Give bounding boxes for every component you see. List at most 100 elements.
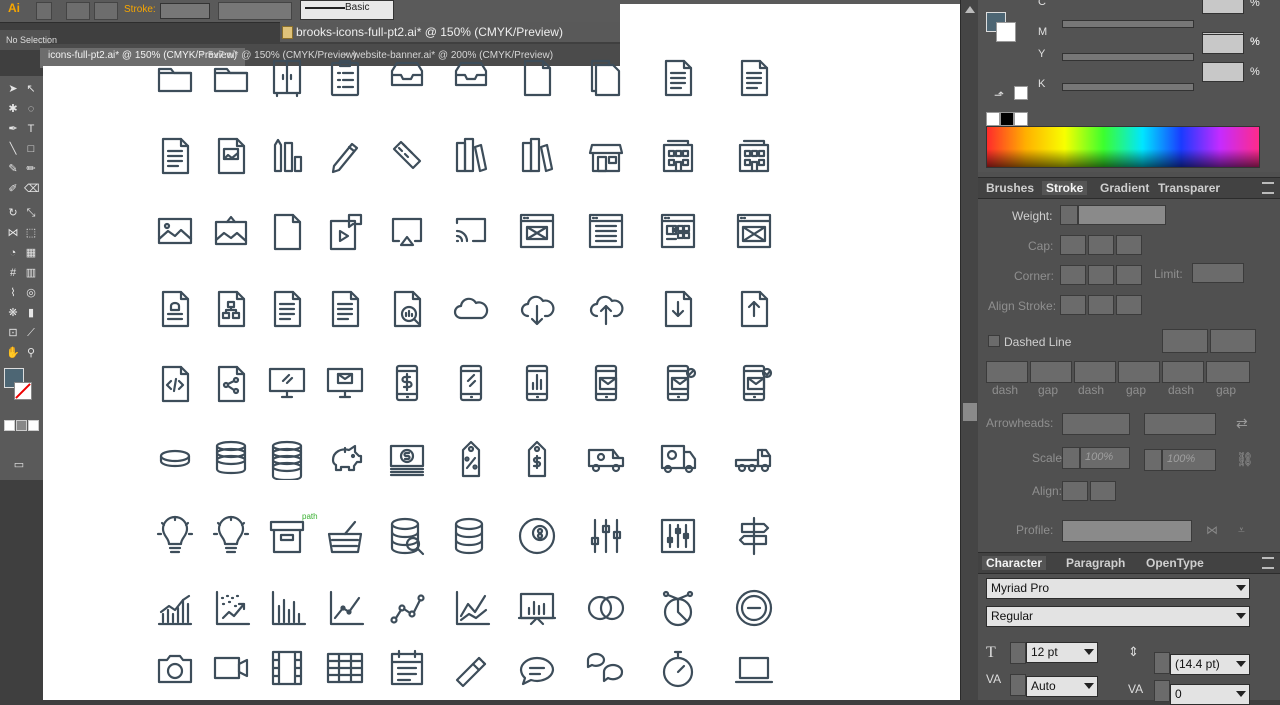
- gap-input-2[interactable]: [1118, 361, 1160, 383]
- monitor-icon[interactable]: [265, 361, 309, 405]
- preserve-dash-button[interactable]: [1162, 329, 1208, 353]
- tab-transparency[interactable]: Transparer: [1158, 181, 1220, 195]
- bar-line-chart-icon[interactable]: [153, 586, 197, 630]
- mobile-icon[interactable]: [449, 361, 493, 405]
- video-file-icon[interactable]: [265, 209, 309, 253]
- document-chart-search-icon[interactable]: [385, 286, 429, 330]
- tracking-select[interactable]: 0: [1170, 684, 1250, 705]
- stopwatch-icon[interactable]: [656, 646, 700, 690]
- city-building-icon[interactable]: [656, 133, 700, 177]
- file-upload-icon[interactable]: [732, 286, 776, 330]
- kerning-stepper[interactable]: [1010, 674, 1026, 696]
- align-dash-button[interactable]: [1210, 329, 1256, 353]
- rotate-tool-icon[interactable]: ↻: [6, 206, 20, 220]
- equalizer-box-icon[interactable]: [656, 514, 700, 558]
- laptop-icon[interactable]: [732, 646, 776, 690]
- mobile-mail-icon[interactable]: [584, 361, 628, 405]
- scale-start-stepper[interactable]: [1062, 447, 1080, 469]
- align-outside-button[interactable]: [1116, 295, 1142, 315]
- limit-input[interactable]: [1192, 263, 1244, 283]
- price-tag-dollar-icon[interactable]: [515, 436, 559, 480]
- none-swatch[interactable]: [986, 112, 1000, 126]
- books-icon[interactable]: [449, 133, 493, 177]
- color-mode-button[interactable]: [4, 420, 15, 431]
- direct-selection-tool-icon[interactable]: ↖: [24, 82, 38, 96]
- column-graph-tool-icon[interactable]: ▮: [24, 306, 38, 320]
- weight-stepper[interactable]: [1060, 205, 1078, 225]
- video-camera-icon[interactable]: [209, 646, 253, 690]
- piggy-bank-icon[interactable]: [323, 436, 367, 480]
- blob-brush-tool-icon[interactable]: ✐: [6, 182, 20, 196]
- magic-wand-tool-icon[interactable]: ✱: [6, 102, 20, 116]
- web-layout-icon[interactable]: [515, 209, 559, 253]
- scale-end-input[interactable]: 100%: [1162, 449, 1216, 471]
- image-icon[interactable]: [153, 209, 197, 253]
- variable-width-dropdown[interactable]: [218, 2, 292, 20]
- eraser-tool-icon[interactable]: ⌫: [24, 182, 40, 196]
- selection-tool-icon[interactable]: ➤: [6, 82, 20, 96]
- lasso-tool-icon[interactable]: ◌: [24, 102, 38, 116]
- calendar-icon[interactable]: [385, 646, 429, 690]
- eyedropper-tool-icon[interactable]: ⌇: [6, 286, 20, 300]
- last-color-swatch[interactable]: [1014, 86, 1028, 100]
- font-style-select[interactable]: Regular: [986, 606, 1250, 627]
- stroke-swatch[interactable]: [14, 382, 32, 400]
- yellow-slider[interactable]: [1062, 53, 1194, 61]
- round-join-button[interactable]: [1088, 265, 1114, 285]
- office-building-icon[interactable]: [732, 133, 776, 177]
- pencil-icon[interactable]: [323, 133, 367, 177]
- cloud-upload-icon[interactable]: [584, 286, 628, 330]
- folder-icon[interactable]: [153, 55, 197, 99]
- cloud-icon[interactable]: [449, 286, 493, 330]
- stroke-color-dropdown[interactable]: [94, 2, 118, 20]
- hand-tool-icon[interactable]: ✋: [6, 346, 20, 360]
- dash-input-2[interactable]: [1074, 361, 1116, 383]
- coins-stack-icon[interactable]: [209, 436, 253, 480]
- documents-stack-icon[interactable]: [584, 55, 628, 99]
- gradient-mode-button[interactable]: [16, 420, 27, 431]
- bar-chart-icon[interactable]: [265, 586, 309, 630]
- flip-along-icon[interactable]: ⋈: [1206, 523, 1218, 537]
- arrow-place-button[interactable]: [1090, 481, 1116, 501]
- document-lines-icon[interactable]: [153, 133, 197, 177]
- line-tool-icon[interactable]: ╲: [6, 142, 20, 156]
- delivery-truck-icon[interactable]: [656, 436, 700, 480]
- panel-menu-icon[interactable]: [1262, 182, 1274, 194]
- align-inside-button[interactable]: [1088, 295, 1114, 315]
- arrow-extend-button[interactable]: [1062, 481, 1088, 501]
- line-graph-icon[interactable]: [323, 586, 367, 630]
- link-scale-icon[interactable]: ⛓: [1236, 451, 1254, 468]
- round-cap-button[interactable]: [1088, 235, 1114, 255]
- stroke-weight-field[interactable]: [160, 3, 210, 19]
- file-download-icon[interactable]: [656, 286, 700, 330]
- mixer-sliders-icon[interactable]: [584, 514, 628, 558]
- out-of-gamut-icon[interactable]: ⬏: [994, 88, 1004, 102]
- inbox-tray-icon[interactable]: [385, 55, 429, 99]
- storefront-icon[interactable]: [584, 133, 628, 177]
- flip-across-icon[interactable]: ⩡: [1238, 523, 1245, 538]
- monitor-mail-icon[interactable]: [323, 361, 367, 405]
- document-blank-icon[interactable]: [515, 55, 559, 99]
- dashed-line-checkbox[interactable]: [988, 335, 1000, 347]
- mesh-tool-icon[interactable]: #: [6, 266, 20, 280]
- swap-arrowheads-icon[interactable]: ⇄: [1236, 415, 1248, 432]
- scale-tool-icon[interactable]: ⤡: [24, 206, 38, 220]
- tab-stroke[interactable]: Stroke: [1042, 181, 1088, 195]
- web-list-icon[interactable]: [584, 209, 628, 253]
- width-tool-icon[interactable]: ⋈: [6, 226, 20, 240]
- brush-definition-dropdown[interactable]: Basic: [300, 0, 394, 20]
- chat-bubbles-icon[interactable]: [584, 646, 628, 690]
- inbox-archive-icon[interactable]: [449, 55, 493, 99]
- sitemap-document-icon[interactable]: [209, 286, 253, 330]
- dash-input-1[interactable]: [986, 361, 1028, 383]
- leading-select[interactable]: (14.4 pt): [1170, 654, 1250, 675]
- dual-line-chart-icon[interactable]: [449, 586, 493, 630]
- black-slider[interactable]: [1062, 83, 1194, 91]
- free-transform-tool-icon[interactable]: ⬚: [24, 226, 38, 240]
- camera-icon[interactable]: [153, 646, 197, 690]
- slice-tool-icon[interactable]: ⟋: [24, 326, 38, 340]
- usb-drive-icon[interactable]: [449, 646, 493, 690]
- share-file-icon[interactable]: [209, 361, 253, 405]
- video-message-icon[interactable]: [323, 209, 367, 253]
- profile-dropdown[interactable]: [1062, 520, 1192, 542]
